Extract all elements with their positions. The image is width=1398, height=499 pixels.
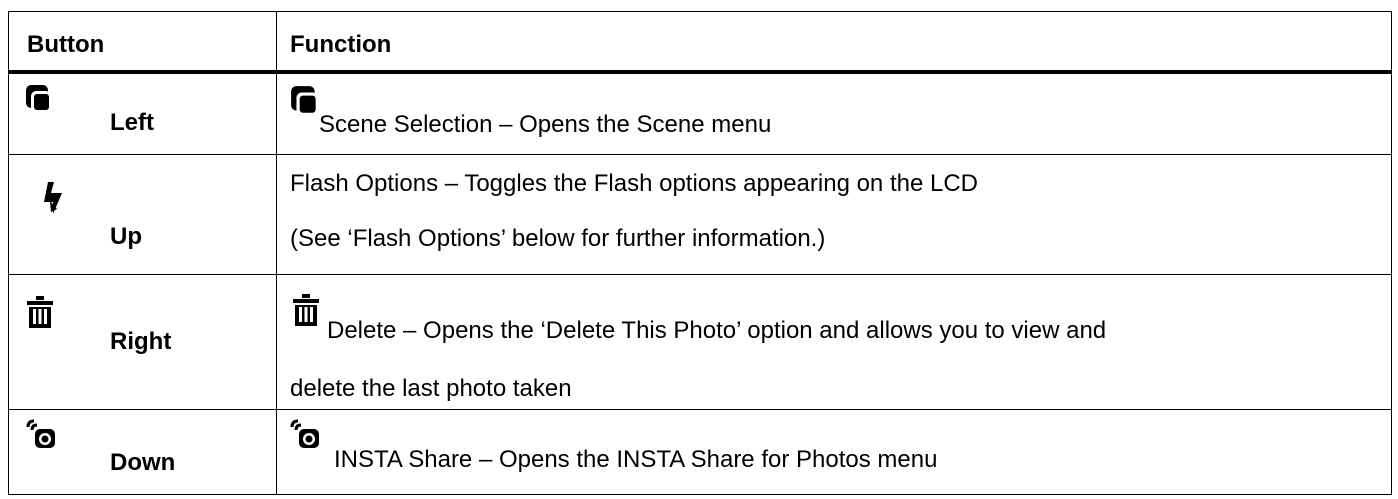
button-up-label: Up (110, 223, 142, 250)
scene-icon (26, 85, 51, 112)
trash-icon (27, 296, 53, 328)
row-divider (9, 409, 1391, 410)
button-function-table: Button Function Left Scene Selection – O… (8, 11, 1392, 495)
function-up-line1: Flash Options – Toggles the Flash option… (290, 170, 978, 197)
button-down-label: Down (110, 449, 176, 476)
function-right-line2: delete the last photo taken (290, 375, 572, 402)
header-divider (9, 70, 1391, 74)
flash-icon (44, 182, 62, 214)
insta-share-icon (290, 419, 319, 448)
row-divider (9, 274, 1391, 275)
function-down-text: INSTA Share – Opens the INSTA Share for … (334, 446, 938, 473)
trash-icon (293, 294, 319, 326)
button-right-label: Right (110, 328, 172, 355)
function-up-line2: (See ‘Flash Options’ below for further i… (290, 225, 826, 252)
header-function: Function (290, 31, 392, 58)
scene-icon (291, 86, 318, 115)
button-left-label: Left (110, 109, 154, 136)
column-divider (276, 12, 277, 494)
function-left-text: Scene Selection – Opens the Scene menu (319, 111, 772, 138)
insta-share-icon (26, 419, 55, 448)
row-divider (9, 154, 1391, 155)
header-button: Button (27, 31, 105, 58)
function-right-line1: Delete – Opens the ‘Delete This Photo’ o… (327, 317, 1107, 344)
